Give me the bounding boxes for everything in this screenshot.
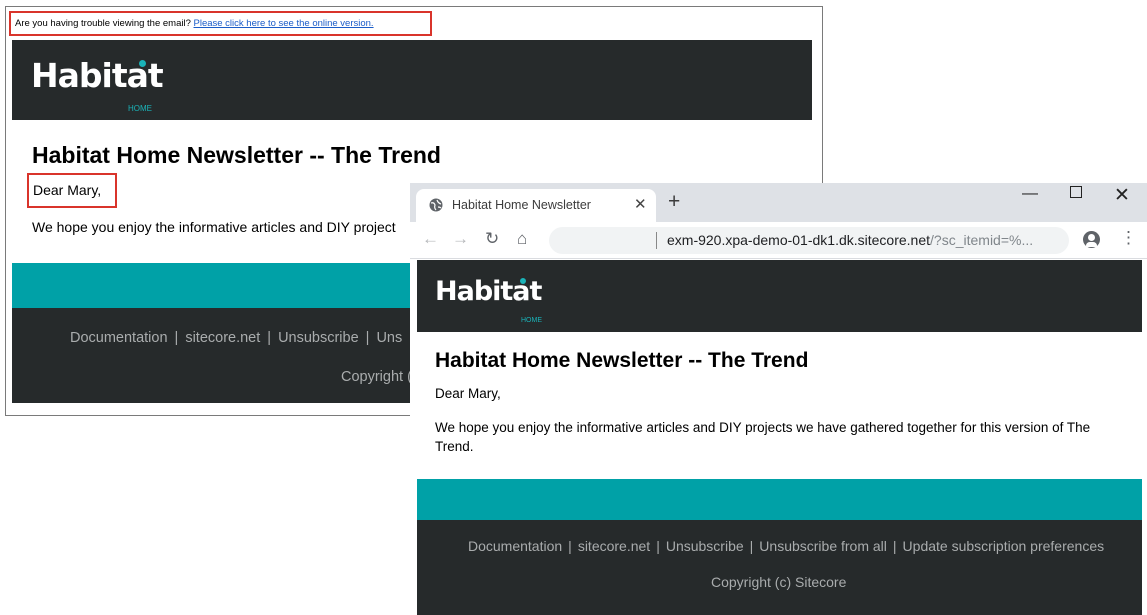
reload-icon[interactable]: ↻ [485, 229, 499, 249]
url-host: exm-920.xpa-demo-01-dk1.dk.sitecore.net [667, 232, 931, 248]
browser-toolbar: ← → ↻ ⌂ exm-920.xpa-demo-01-dk1.dk.sitec… [410, 222, 1147, 259]
maximize-icon[interactable] [1070, 186, 1082, 198]
logo-dot [520, 278, 526, 284]
footer-links: Documentation | sitecore.net | Unsubscribe | U… [70, 330, 402, 346]
page-footer: Documentation | sitecore.net | Unsubscribe | U… [417, 520, 1142, 615]
footer-links: Documentation | sitecore.net | Unsubscribe | U… [468, 538, 1104, 554]
intro-paragraph: We hope you enjoy the informative articl… [435, 420, 1091, 454]
copyright: Copyright (c) Sitecore [711, 574, 847, 590]
divider: | [749, 538, 754, 554]
divider: | [174, 330, 179, 346]
view-online-bar: Are you having trouble viewing the email… [9, 11, 432, 36]
newsletter-title: Habitat Home Newsletter -- The Trend [32, 142, 441, 168]
forward-arrow-icon[interactable]: → [452, 229, 469, 249]
intro-paragraph: We hope you enjoy the informative articl… [32, 219, 396, 235]
teal-band [417, 479, 1142, 520]
back-arrow-icon[interactable]: ← [422, 229, 439, 249]
tab-strip: Habitat Home Newsletter ✕ + — ✕ [410, 183, 1147, 222]
logo-subtext: HOME [521, 317, 542, 324]
greeting: Dear Mary, [435, 386, 501, 401]
trouble-text: Are you having trouble viewing the email… [15, 18, 191, 29]
footer-link-update-preferences[interactable]: Update subscription preferences [903, 538, 1105, 554]
address-bar[interactable]: exm-920.xpa-demo-01-dk1.dk.sitecore.net/… [549, 227, 1069, 254]
globe-icon [429, 198, 443, 212]
browser-window: Habitat Home Newsletter ✕ + — ✕ ← → ↻ ⌂ … [410, 183, 1147, 615]
profile-icon[interactable] [1083, 231, 1100, 248]
url-text[interactable]: exm-920.xpa-demo-01-dk1.dk.sitecore.net/… [667, 232, 1033, 248]
window-close-icon[interactable]: ✕ [1114, 184, 1130, 207]
footer-link-sitecore[interactable]: sitecore.net [185, 330, 260, 346]
divider: | [892, 538, 897, 554]
copyright: Copyright ( [341, 369, 412, 385]
logo-subtext: HOME [128, 104, 152, 113]
minimize-icon[interactable]: — [1022, 185, 1038, 203]
tab-title: Habitat Home Newsletter [452, 198, 591, 212]
habitat-logo: Habitat HOME [31, 58, 164, 114]
habitat-logo: Habitat HOME [435, 277, 542, 325]
online-version-link[interactable]: Please click here to see the online vers… [194, 18, 374, 29]
footer-link-unsubscribe[interactable]: Unsubscribe [666, 538, 744, 554]
footer-link-sitecore[interactable]: sitecore.net [578, 538, 650, 554]
footer-link-documentation[interactable]: Documentation [468, 538, 562, 554]
footer-link-unsubscribe[interactable]: Unsubscribe [278, 330, 359, 346]
greeting: Dear Mary, [33, 182, 102, 198]
newsletter-page: Habitat HOME Habitat Home Newsletter -- … [417, 260, 1142, 615]
divider: | [568, 538, 572, 554]
logo-dot [139, 60, 146, 67]
divider [656, 232, 657, 249]
footer-link-documentation[interactable]: Documentation [70, 330, 168, 346]
url-query: /?sc_itemid=%... [930, 232, 1034, 248]
footer-link-unsubscribe-all[interactable]: Uns [376, 330, 402, 346]
plus-icon[interactable]: + [668, 191, 680, 213]
footer-link-unsubscribe-all[interactable]: Unsubscribe from all [759, 538, 887, 554]
email-header-banner: Habitat HOME [12, 40, 812, 120]
kebab-menu-icon[interactable]: ⋮ [1120, 229, 1137, 246]
home-icon[interactable]: ⌂ [517, 229, 527, 249]
page-header-banner: Habitat HOME [417, 260, 1142, 332]
divider: | [656, 538, 660, 554]
close-icon[interactable]: ✕ [634, 195, 647, 213]
divider: | [267, 330, 272, 346]
browser-tab[interactable]: Habitat Home Newsletter ✕ [416, 189, 656, 222]
divider: | [365, 330, 370, 346]
newsletter-title: Habitat Home Newsletter -- The Trend [435, 349, 809, 372]
